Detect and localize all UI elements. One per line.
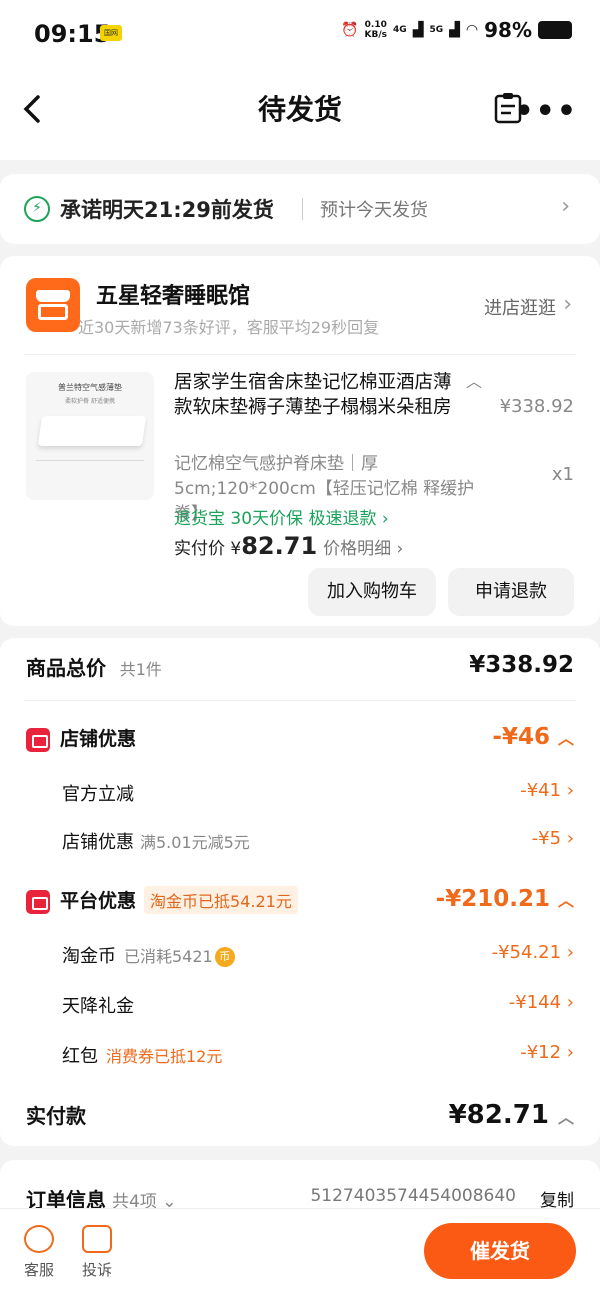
complain-icon	[82, 1225, 112, 1253]
gift-row[interactable]: 天降礼金 -¥144 ›	[62, 992, 574, 1018]
refund-button[interactable]: 申请退款	[448, 568, 574, 616]
platform-discount-row[interactable]: 平台优惠 淘金币已抵54.21元 -¥210.21 ︿	[26, 886, 574, 914]
visit-shop-link[interactable]: 进店逛逛	[484, 294, 556, 320]
shop-icon	[26, 728, 50, 752]
divider	[302, 198, 303, 220]
divider	[24, 354, 576, 355]
goods-total-row: 商品总价 共1件 ¥338.92	[26, 652, 574, 680]
signal-bars-icon: ▟	[412, 22, 424, 38]
product-paid-price: 实付价 ¥82.71 价格明细 ›	[174, 532, 404, 560]
alarm-icon: ⏰	[341, 22, 359, 38]
coin-icon: 币	[214, 947, 235, 967]
taojinbi-row[interactable]: 淘金币 已消耗5421 币 -¥54.21 ›	[62, 942, 574, 968]
official-discount-row[interactable]: 官方立减 -¥41 ›	[62, 780, 574, 806]
chevron-right-icon: ›	[563, 292, 572, 317]
add-to-cart-button[interactable]: 加入购物车	[308, 568, 436, 616]
signal-bars-icon-2: ▟	[449, 22, 460, 38]
battery-icon	[538, 21, 572, 39]
product-title[interactable]: 居家学生宿舍床垫记忆棉亚酒店薄款软床垫褥子薄垫子榻榻米朵租房	[174, 370, 454, 420]
shipping-promise[interactable]: ⚡ 承诺明天21:29前发货 预计今天发货 ›	[0, 174, 600, 244]
status-time: 09:15	[34, 20, 111, 48]
signal-4g-icon: 4G	[393, 25, 407, 35]
net-speed: 0.10 KB/s	[364, 20, 388, 40]
coin-chip: 淘金币已抵54.21元	[144, 886, 298, 914]
promise-text: 承诺明天21:29前发货	[60, 198, 274, 222]
lightning-icon: ⚡	[24, 196, 50, 222]
urge-shipping-button[interactable]: 催发货	[424, 1223, 576, 1279]
battery-percent: 98%	[484, 18, 532, 42]
product-price: ¥338.92	[499, 396, 574, 417]
promise-sub: 预计今天发货	[320, 200, 428, 221]
bottom-bar: 客服 投诉 催发货	[0, 1208, 600, 1302]
more-icon[interactable]: •••	[514, 94, 578, 129]
shop-logo[interactable]	[26, 278, 80, 332]
order-number: 5127403574454008640	[310, 1186, 516, 1206]
nav-bar: 待发货 •••	[0, 70, 600, 160]
signal-5g-icon: 5G	[429, 25, 444, 35]
wifi-icon: ◠	[465, 22, 479, 38]
product-qty: x1	[551, 464, 574, 485]
shop-card: 五星轻奢睡眠馆 近30天新增73条好评，客服平均29秒回复 进店逛逛 › 普兰特…	[0, 256, 600, 626]
price-summary: 商品总价 共1件 ¥338.92 店铺优惠 -¥46 ︿ 官方立减 -¥41 ›…	[0, 638, 600, 1146]
service-icon	[24, 1225, 54, 1253]
yuan-icon	[26, 890, 50, 914]
chevron-right-icon: ›	[561, 194, 570, 219]
shop-sub-discount-row[interactable]: 店铺优惠 满5.01元减5元 -¥5 ›	[62, 828, 574, 854]
shop-stats: 近30天新增73条好评，客服平均29秒回复	[78, 318, 380, 337]
shop-name[interactable]: 五星轻奢睡眠馆	[96, 278, 250, 310]
caret-up-icon[interactable]: ︿	[466, 368, 482, 392]
red-packet-row[interactable]: 红包 消费券已抵12元 -¥12 ›	[62, 1042, 574, 1068]
complain-button[interactable]: 投诉	[72, 1225, 122, 1280]
paid-total-row[interactable]: 实付款 ¥82.71 ︿	[26, 1100, 574, 1130]
price-detail-link[interactable]: 价格明细 ›	[323, 539, 403, 559]
shop-discount-row[interactable]: 店铺优惠 -¥46 ︿	[26, 724, 574, 752]
customer-service-button[interactable]: 客服	[14, 1225, 64, 1280]
service-tags[interactable]: 退货宝 30天价保 极速退款 ›	[174, 504, 389, 529]
sim-badge: 国网	[100, 25, 122, 41]
status-icons: ⏰ 0.10 KB/s 4G ▟ 5G ▟ ◠ 98%	[341, 18, 572, 42]
divider	[24, 700, 576, 701]
status-bar: 09:15 国网 ⏰ 0.10 KB/s 4G ▟ 5G ▟ ◠ 98%	[0, 0, 600, 70]
product-image[interactable]: 普兰特空气感薄垫 柔软护脊 舒适便携	[26, 372, 154, 500]
